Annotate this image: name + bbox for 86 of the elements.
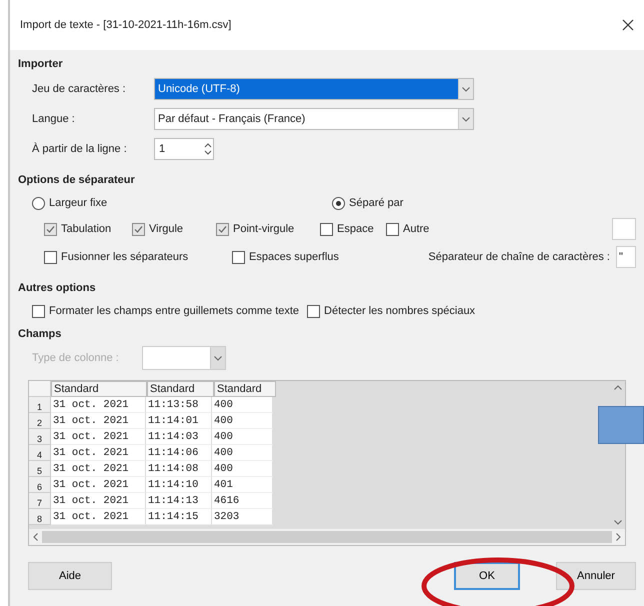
table-cell: 31 oct. 2021 bbox=[51, 445, 146, 461]
checkbox[interactable] bbox=[320, 222, 333, 236]
table-cell: 31 oct. 2021 bbox=[51, 397, 146, 413]
checkbox-label: Point-virgule bbox=[233, 223, 294, 235]
section-title: Options de séparateur bbox=[18, 173, 136, 188]
checkbox[interactable] bbox=[32, 304, 45, 318]
highlight-rectangle bbox=[598, 406, 644, 444]
row-number: 8 bbox=[29, 509, 51, 525]
table-cell: 11:13:58 bbox=[146, 397, 212, 413]
default-button[interactable]: OK bbox=[454, 562, 520, 590]
checkbox[interactable] bbox=[44, 222, 57, 236]
chevron-up-icon[interactable] bbox=[614, 385, 622, 390]
chevron-down-icon bbox=[214, 356, 222, 360]
help-button[interactable]: Aide bbox=[28, 562, 112, 590]
cancel-button[interactable]: Annuler bbox=[556, 562, 636, 590]
row-number: 3 bbox=[29, 429, 51, 445]
table-cell: 11:14:10 bbox=[146, 477, 212, 493]
radio-button[interactable] bbox=[32, 196, 45, 210]
table-cell: 11:14:08 bbox=[146, 461, 212, 477]
table-cell: 401 bbox=[212, 477, 273, 493]
table-cell: 400 bbox=[212, 445, 273, 461]
column-header[interactable]: Standard bbox=[214, 381, 276, 397]
checkbox[interactable] bbox=[132, 222, 145, 236]
row-number: 6 bbox=[29, 477, 51, 493]
table-cell: 31 oct. 2021 bbox=[51, 429, 146, 445]
table-cell: 400 bbox=[212, 397, 273, 413]
radio-label: Séparé par bbox=[349, 197, 404, 209]
checkbox-label: Détecter les nombres spéciaux bbox=[324, 305, 476, 317]
field-label: Langue : bbox=[32, 113, 76, 125]
column-header[interactable]: Standard bbox=[51, 381, 147, 397]
table-cell: 4616 bbox=[212, 493, 273, 509]
table-cell: 3203 bbox=[212, 509, 273, 525]
table-cell: 31 oct. 2021 bbox=[51, 493, 146, 509]
chevron-down-icon bbox=[614, 520, 622, 525]
checkbox-label: Espaces superflus bbox=[249, 251, 339, 263]
row-number: 5 bbox=[29, 461, 51, 477]
row-number: 7 bbox=[29, 493, 51, 509]
line-spinner[interactable]: 1 bbox=[154, 138, 214, 160]
table-cell: 400 bbox=[212, 429, 273, 445]
chevron-down-icon bbox=[462, 86, 470, 92]
table-cell: 11:14:06 bbox=[146, 445, 212, 461]
table-cell: 11:14:01 bbox=[146, 413, 212, 429]
column-header[interactable]: Standard bbox=[147, 381, 214, 397]
table-cell: 31 oct. 2021 bbox=[51, 509, 146, 525]
window-title: Import de texte - [31-10-2021-11h-16m.csv] bbox=[20, 19, 232, 31]
language-dropdown[interactable]: Par défaut - Français (France) bbox=[154, 108, 474, 130]
checkbox-label: Autre bbox=[403, 223, 430, 235]
field-label: Jeu de caractères : bbox=[32, 83, 127, 95]
section-title: Autres options bbox=[18, 281, 97, 296]
table-cell: 400 bbox=[212, 461, 273, 477]
table-cell: 11:14:15 bbox=[146, 509, 212, 525]
checkbox[interactable] bbox=[44, 250, 57, 264]
radio-button[interactable] bbox=[332, 196, 345, 210]
row-number: 2 bbox=[29, 413, 51, 429]
chevron-right-icon[interactable] bbox=[616, 533, 621, 541]
checkbox-label: Tabulation bbox=[61, 223, 112, 235]
section-title: Importer bbox=[18, 57, 64, 72]
chevron-down-icon bbox=[462, 116, 470, 122]
delimiter-dropdown[interactable]: " bbox=[616, 246, 636, 268]
table-cell: 31 oct. 2021 bbox=[51, 461, 146, 477]
table-cell: 31 oct. 2021 bbox=[51, 477, 146, 493]
corner-cell bbox=[29, 381, 51, 397]
checkbox-label: Formater les champs entre guillemets comme texte bbox=[49, 305, 300, 317]
radio-label: Largeur fixe bbox=[49, 197, 108, 209]
checkbox[interactable] bbox=[232, 250, 245, 264]
checkbox[interactable] bbox=[216, 222, 229, 236]
other-separator-field[interactable] bbox=[612, 218, 636, 240]
table-cell: 11:14:13 bbox=[146, 493, 212, 509]
row-number: 1 bbox=[29, 397, 51, 413]
section-title: Champs bbox=[18, 327, 62, 342]
table-cell: 400 bbox=[212, 413, 273, 429]
chevron-left-icon[interactable] bbox=[33, 533, 38, 541]
horizontal-scrollbar[interactable] bbox=[29, 529, 625, 545]
field-label: Type de colonne : bbox=[32, 352, 120, 364]
checkbox-label: Espace bbox=[337, 223, 374, 235]
field-label: Séparateur de chaîne de caractères : bbox=[428, 251, 610, 263]
close-icon[interactable] bbox=[622, 19, 634, 31]
field-label: À partir de la ligne : bbox=[32, 143, 128, 155]
row-number: 4 bbox=[29, 445, 51, 461]
table-cell: 11:14:03 bbox=[146, 429, 212, 445]
checkbox[interactable] bbox=[307, 304, 320, 318]
checkbox-label: Fusionner les séparateurs bbox=[61, 251, 188, 263]
table-cell: 31 oct. 2021 bbox=[51, 413, 146, 429]
checkbox-label: Virgule bbox=[149, 223, 184, 235]
charset-dropdown[interactable]: Unicode (UTF-8) bbox=[154, 78, 474, 100]
checkbox[interactable] bbox=[386, 222, 399, 236]
